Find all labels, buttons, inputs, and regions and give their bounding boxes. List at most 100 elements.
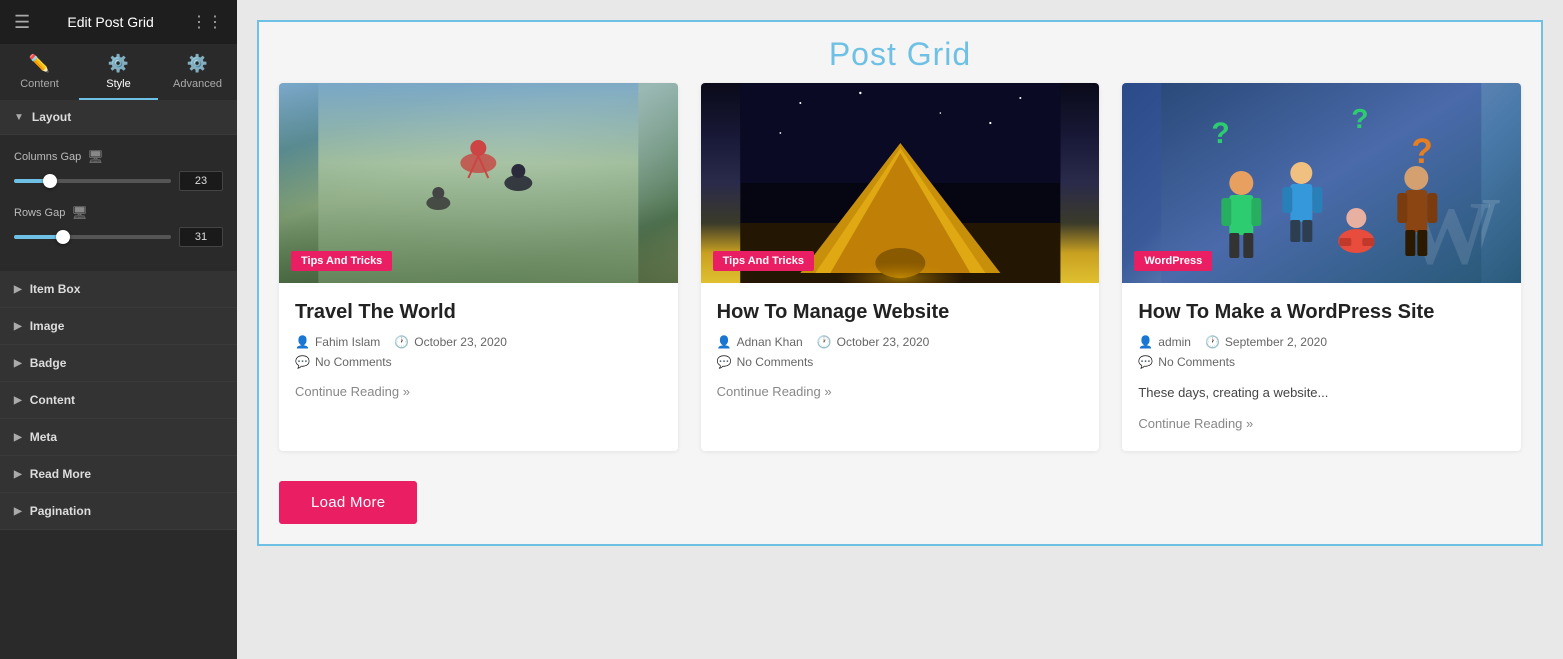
columns-gap-slider-row: 23 — [14, 171, 223, 191]
panel-body: ▼ Layout Columns Gap 🖥 23 — [0, 100, 237, 659]
author-icon-2: 👤 — [717, 335, 732, 349]
rows-gap-slider-track[interactable] — [14, 235, 171, 239]
author-icon-1: 👤 — [295, 335, 310, 349]
grid-icon[interactable]: ⋮⋮ — [191, 12, 223, 32]
tab-advanced-label: Advanced — [173, 78, 222, 90]
columns-gap-control: Columns Gap 🖥 23 — [14, 149, 223, 191]
columns-gap-slider-track[interactable] — [14, 179, 171, 183]
comments-label-3: No Comments — [1158, 355, 1235, 369]
content-label: Content — [30, 393, 75, 407]
post-author-3: 👤 admin — [1138, 335, 1191, 349]
post-badge-3: WordPress — [1134, 251, 1212, 271]
post-badge-1: Tips And Tricks — [291, 251, 392, 271]
read-more-link-3[interactable]: Continue Reading » — [1138, 416, 1253, 431]
panel-title: Edit Post Grid — [67, 14, 153, 30]
author-name-1: Fahim Islam — [315, 335, 380, 349]
comment-icon-1: 💬 — [295, 355, 310, 369]
read-more-section[interactable]: ▶ Read More — [0, 456, 237, 493]
post-title-3: How To Make a WordPress Site — [1138, 299, 1505, 325]
tab-style[interactable]: ⚙️ Style — [79, 44, 158, 100]
columns-gap-monitor-icon: 🖥 — [87, 149, 104, 165]
post-title-1: Travel The World — [295, 299, 662, 325]
columns-gap-label: Columns Gap — [14, 151, 81, 163]
meta-arrow-icon: ▶ — [14, 432, 22, 443]
item-box-section[interactable]: ▶ Item Box — [0, 271, 237, 308]
post-comments-1: 💬 No Comments — [295, 355, 662, 369]
meta-section[interactable]: ▶ Meta — [0, 419, 237, 456]
content-tab-icon: ✏️ — [29, 54, 50, 74]
clock-icon-2: 🕐 — [817, 335, 832, 349]
post-title-2: How To Manage Website — [717, 299, 1084, 325]
read-more-label: Read More — [30, 467, 91, 481]
pagination-label: Pagination — [30, 504, 91, 518]
rows-gap-monitor-icon: 🖥 — [71, 205, 88, 221]
hamburger-icon[interactable]: ☰ — [14, 12, 30, 33]
author-name-2: Adnan Khan — [737, 335, 803, 349]
read-more-link-2[interactable]: Continue Reading » — [717, 384, 832, 399]
columns-gap-label-row: Columns Gap 🖥 — [14, 149, 223, 165]
post-date-2: 🕐 October 23, 2020 — [817, 335, 930, 349]
comments-label-1: No Comments — [315, 355, 392, 369]
pagination-arrow-icon: ▶ — [14, 506, 22, 517]
page-title-area: Post Grid — [259, 22, 1541, 83]
svg-text:?: ? — [1412, 132, 1433, 171]
load-more-wrap: Load More — [259, 471, 1541, 524]
rows-gap-label-row: Rows Gap 🖥 — [14, 205, 223, 221]
clock-icon-1: 🕐 — [394, 335, 409, 349]
content-arrow-icon: ▶ — [14, 395, 22, 406]
post-image-wrap-2: Tips And Tricks — [701, 83, 1100, 283]
badge-label: Badge — [30, 356, 67, 370]
image-arrow-icon: ▶ — [14, 321, 22, 332]
rows-gap-control: Rows Gap 🖥 31 — [14, 205, 223, 247]
image-section[interactable]: ▶ Image — [0, 308, 237, 345]
load-more-button[interactable]: Load More — [279, 481, 417, 524]
layout-section-label: Layout — [32, 110, 71, 124]
post-date-3: 🕐 September 2, 2020 — [1205, 335, 1327, 349]
badge-section[interactable]: ▶ Badge — [0, 345, 237, 382]
tab-style-label: Style — [106, 78, 130, 90]
widget-wrapper: Post Grid — [257, 20, 1543, 546]
svg-text:?: ? — [1352, 103, 1369, 134]
read-more-link-1[interactable]: Continue Reading » — [295, 384, 410, 399]
tab-content[interactable]: ✏️ Content — [0, 44, 79, 100]
panel-tabs: ✏️ Content ⚙️ Style ⚙️ Advanced — [0, 44, 237, 100]
post-meta-2: 👤 Adnan Khan 🕐 October 23, 2020 — [717, 335, 1084, 349]
author-icon-3: 👤 — [1138, 335, 1153, 349]
comments-label-2: No Comments — [737, 355, 814, 369]
post-comments-3: 💬 No Comments — [1138, 355, 1505, 369]
post-excerpt-3: These days, creating a website... — [1138, 383, 1505, 403]
columns-gap-input[interactable]: 23 — [179, 171, 223, 191]
date-3: September 2, 2020 — [1225, 335, 1327, 349]
layout-section-header[interactable]: ▼ Layout — [0, 100, 237, 135]
comment-icon-3: 💬 — [1138, 355, 1153, 369]
date-1: October 23, 2020 — [414, 335, 507, 349]
style-tab-icon: ⚙️ — [108, 54, 129, 74]
date-2: October 23, 2020 — [837, 335, 930, 349]
rows-gap-slider-thumb — [56, 230, 70, 244]
panel-header: ☰ Edit Post Grid ⋮⋮ — [0, 0, 237, 44]
meta-label: Meta — [30, 430, 57, 444]
columns-gap-slider-thumb — [43, 174, 57, 188]
main-content: Post Grid — [237, 0, 1563, 659]
pagination-section[interactable]: ▶ Pagination — [0, 493, 237, 530]
tab-advanced[interactable]: ⚙️ Advanced — [158, 44, 237, 100]
post-body-2: How To Manage Website 👤 Adnan Khan 🕐 Oct… — [701, 283, 1100, 419]
page-title: Post Grid — [259, 36, 1541, 73]
post-card-3: W ? ? ? ? — [1122, 83, 1521, 451]
post-image-wrap-1: Tips And Tricks — [279, 83, 678, 283]
layout-arrow-icon: ▼ — [14, 112, 24, 123]
post-comments-2: 💬 No Comments — [717, 355, 1084, 369]
item-box-label: Item Box — [30, 282, 81, 296]
item-box-arrow-icon: ▶ — [14, 284, 22, 295]
post-date-1: 🕐 October 23, 2020 — [394, 335, 507, 349]
tab-content-label: Content — [20, 78, 59, 90]
post-grid: Tips And Tricks Travel The World 👤 Fahim… — [259, 83, 1541, 471]
post-meta-3: 👤 admin 🕐 September 2, 2020 — [1138, 335, 1505, 349]
post-image-wrap-3: W ? ? ? ? — [1122, 83, 1521, 283]
rows-gap-input[interactable]: 31 — [179, 227, 223, 247]
comment-icon-2: 💬 — [717, 355, 732, 369]
post-body-3: How To Make a WordPress Site 👤 admin 🕐 S… — [1122, 283, 1521, 451]
content-section[interactable]: ▶ Content — [0, 382, 237, 419]
layout-section-content: Columns Gap 🖥 23 Rows Gap 🖥 — [0, 135, 237, 271]
post-body-1: Travel The World 👤 Fahim Islam 🕐 October… — [279, 283, 678, 419]
